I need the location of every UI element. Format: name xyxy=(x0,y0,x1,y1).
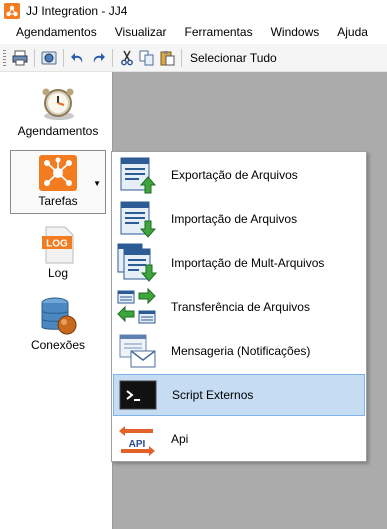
undo-icon xyxy=(71,52,83,63)
menu-item-messaging[interactable]: Mensageria (Notificações) xyxy=(113,330,365,372)
redo-button[interactable] xyxy=(89,49,107,67)
menu-item-transfer-files[interactable]: Transferência de Arquivos xyxy=(113,286,365,328)
redo-icon xyxy=(93,52,105,63)
menu-visualizar[interactable]: Visualizar xyxy=(106,22,176,42)
log-file-icon: LOG xyxy=(42,226,74,264)
import-multi-files-label: Importação de Mult-Arquivos xyxy=(171,256,325,270)
alarm-clock-icon xyxy=(42,88,74,120)
api-label: Api xyxy=(171,432,189,446)
print-button[interactable] xyxy=(11,49,29,67)
messaging-label: Mensageria (Notificações) xyxy=(171,344,311,358)
menu-item-api[interactable]: API Api xyxy=(113,418,365,460)
title-bar: JJ Integration - JJ4 xyxy=(0,0,387,22)
log-icon-text: LOG xyxy=(46,239,68,250)
menu-item-import-multi-files[interactable]: Importação de Mult-Arquivos xyxy=(113,242,365,284)
database-connection-icon xyxy=(41,297,77,335)
export-files-label: Exportação de Arquivos xyxy=(171,168,298,182)
api-icon-text: API xyxy=(129,439,146,450)
messaging-icon xyxy=(119,334,156,368)
window-title: JJ Integration - JJ4 xyxy=(26,4,128,18)
menu-agendamentos[interactable]: Agendamentos xyxy=(0,22,106,42)
menu-item-export-files[interactable]: Exportação de Arquivos xyxy=(113,154,365,196)
toolbar-grip[interactable] xyxy=(3,49,6,66)
menu-item-import-files[interactable]: Importação de Arquivos xyxy=(113,198,365,240)
api-icon: API xyxy=(119,426,155,456)
dropdown-arrow-icon[interactable]: ▼ xyxy=(93,179,101,188)
transfer-files-label: Transferência de Arquivos xyxy=(171,300,310,314)
nav-log-label: Log xyxy=(47,266,69,280)
nav-tarefas[interactable]: Tarefas ▼ xyxy=(10,150,106,214)
menu-item-external-scripts[interactable]: Script Externos xyxy=(113,374,365,416)
cut-button[interactable] xyxy=(118,49,136,67)
nav-tarefas-label: Tarefas xyxy=(38,194,78,208)
menu-windows[interactable]: Windows xyxy=(262,22,329,42)
nav-log[interactable]: LOG Log xyxy=(10,226,106,280)
copy-button[interactable] xyxy=(138,49,156,67)
terminal-icon xyxy=(119,380,157,410)
nav-conexoes[interactable]: Conexões xyxy=(10,296,106,352)
nav-agendamentos[interactable]: Agendamentos xyxy=(10,86,106,138)
external-scripts-label: Script Externos xyxy=(172,388,254,402)
toolbar-separator xyxy=(181,48,182,67)
toolbar-separator xyxy=(34,48,35,67)
copy-icon xyxy=(139,50,154,65)
navigation-panel: Agendamentos Tarefas ▼ LOG Log Conexões xyxy=(0,72,113,529)
export-files-icon xyxy=(120,157,157,194)
import-files-label: Importação de Arquivos xyxy=(171,212,298,226)
toolbar-separator xyxy=(63,48,64,67)
toolbar: Selecionar Tudo xyxy=(0,44,387,72)
menu-ferramentas[interactable]: Ferramentas xyxy=(176,22,262,42)
undo-button[interactable] xyxy=(69,49,87,67)
web-button[interactable] xyxy=(40,49,58,67)
menu-ajuda[interactable]: Ajuda xyxy=(328,22,377,42)
paste-button[interactable] xyxy=(158,49,176,67)
tarefas-dropdown-menu: Exportação de Arquivos Importação de Arq… xyxy=(111,151,367,462)
import-multi-files-icon xyxy=(117,243,157,282)
scissors-icon xyxy=(121,50,133,65)
toolbar-separator xyxy=(112,48,113,67)
nav-agendamentos-label: Agendamentos xyxy=(17,124,99,138)
globe-icon xyxy=(41,51,57,64)
import-files-icon xyxy=(120,201,157,238)
printer-icon xyxy=(12,50,28,65)
tasks-network-icon xyxy=(39,155,77,191)
select-all-button[interactable]: Selecionar Tudo xyxy=(186,51,281,65)
nav-conexoes-label: Conexões xyxy=(30,338,86,352)
clipboard-icon xyxy=(160,50,175,65)
transfer-files-icon xyxy=(117,287,156,324)
menu-bar: Agendamentos Visualizar Ferramentas Wind… xyxy=(0,22,387,42)
app-logo-icon xyxy=(4,3,20,19)
